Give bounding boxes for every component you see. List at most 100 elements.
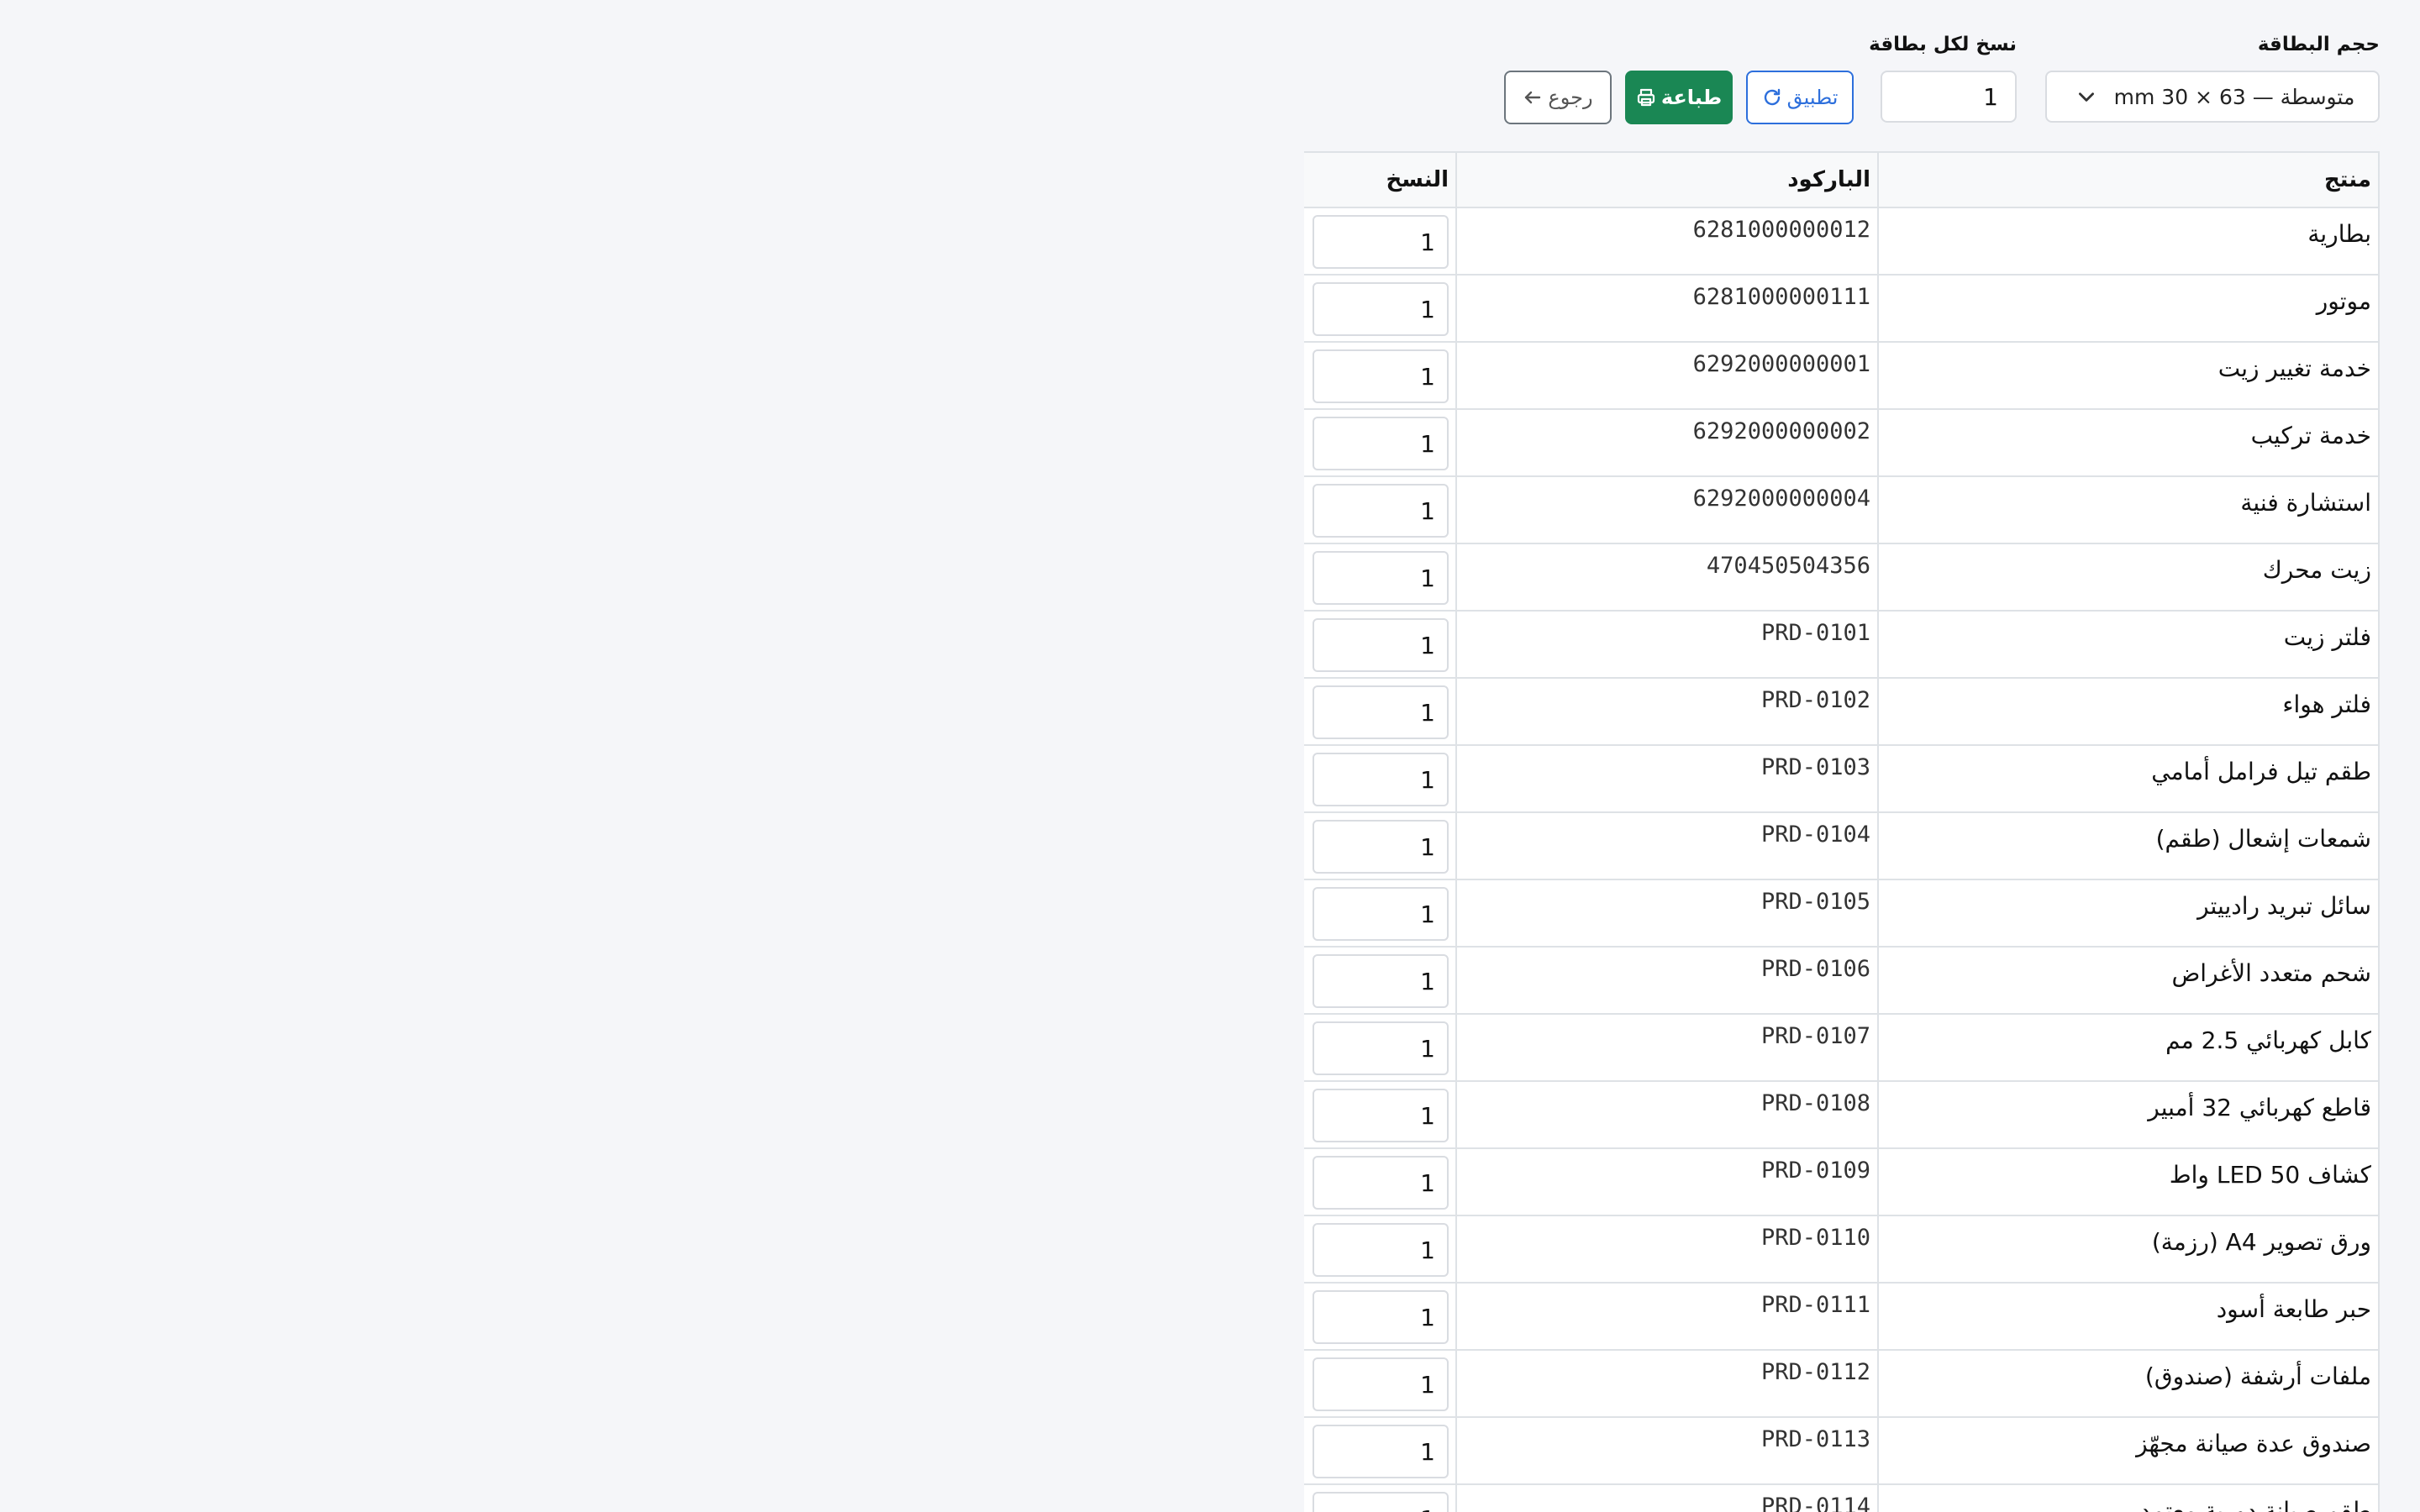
product-name: قاطع كهربائي 32 أمبير [1877,1080,2380,1149]
row-copies-input[interactable] [1313,1021,1449,1075]
product-barcode: PRD-0106 [1455,946,1879,1015]
row-copies-input[interactable] [1313,1223,1449,1277]
row-copies-input[interactable] [1313,954,1449,1008]
product-barcode: PRD-0107 [1455,1013,1879,1082]
product-barcode: 470450504356 [1455,543,1879,612]
product-barcode: PRD-0111 [1455,1282,1879,1351]
copies-per-card-input[interactable] [1881,71,2017,123]
product-column-header: منتج [1877,151,2380,208]
table-row: زيت محرك 470450504356 [1304,543,2380,612]
row-copies-input[interactable] [1313,820,1449,874]
product-name: فلتر زيت [1877,610,2380,679]
product-name: خدمة تغيير زيت [1877,341,2380,410]
product-barcode: PRD-0102 [1455,677,1879,746]
table-row: فلتر هواء PRD-0102 [1304,677,2380,746]
table-row: شمعات إشعال (طقم) PRD-0104 [1304,811,2380,880]
product-name: طقم صيانة دورية معتمد [1877,1483,2380,1512]
product-barcode: PRD-0114 [1455,1483,1879,1512]
product-name: كشاف LED 50 واط [1877,1147,2380,1216]
product-name: خدمة تركيب [1877,408,2380,477]
product-name: شمعات إشعال (طقم) [1877,811,2380,880]
table-row: قاطع كهربائي 32 أمبير PRD-0108 [1304,1080,2380,1149]
product-barcode: 6281000000012 [1455,207,1879,276]
row-copies-input[interactable] [1313,753,1449,806]
copies-per-card-label: نسخ لكل بطاقة [1869,34,2017,55]
product-barcode: PRD-0104 [1455,811,1879,880]
table-row: شحم متعدد الأغراض PRD-0106 [1304,946,2380,1015]
row-copies-input[interactable] [1313,1089,1449,1142]
row-copies-input[interactable] [1313,551,1449,605]
card-size-select[interactable]: متوسطة — 63 × 30 mm [2045,71,2380,123]
apply-button[interactable]: تطبيق [1746,71,1854,124]
row-copies-input[interactable] [1313,282,1449,336]
product-barcode: PRD-0103 [1455,744,1879,813]
product-name: ملفات أرشفة (صندوق) [1877,1349,2380,1418]
row-copies-input[interactable] [1313,1290,1449,1344]
product-barcode: 6292000000002 [1455,408,1879,477]
table-row: ملفات أرشفة (صندوق) PRD-0112 [1304,1349,2380,1418]
table-row: كابل كهربائي 2.5 مم PRD-0107 [1304,1013,2380,1082]
table-row: صندوق عدة صيانة مجهّز PRD-0113 [1304,1416,2380,1485]
refresh-icon [1762,87,1782,108]
row-copies-input[interactable] [1313,484,1449,538]
card-size-label: حجم البطاقة [2257,34,2380,55]
product-barcode: PRD-0110 [1455,1215,1879,1284]
print-button-label: طباعة [1660,86,1723,109]
apply-button-label: تطبيق [1786,86,1839,109]
barcode-column-header: الباركود [1455,151,1879,208]
table-row: طقم تيل فرامل أمامي PRD-0103 [1304,744,2380,813]
table-row: خدمة تغيير زيت 6292000000001 [1304,341,2380,410]
product-barcode: PRD-0105 [1455,879,1879,948]
product-barcode: PRD-0109 [1455,1147,1879,1216]
print-button[interactable]: طباعة [1625,71,1733,124]
copies-column-header: النسخ [1304,151,1457,208]
row-copies-input[interactable] [1313,349,1449,403]
row-copies-input[interactable] [1313,1357,1449,1411]
product-name: طقم تيل فرامل أمامي [1877,744,2380,813]
row-copies-input[interactable] [1313,215,1449,269]
product-name: كابل كهربائي 2.5 مم [1877,1013,2380,1082]
product-barcode: PRD-0108 [1455,1080,1879,1149]
row-copies-input[interactable] [1313,1425,1449,1478]
product-barcode: PRD-0101 [1455,610,1879,679]
products-table: منتج الباركود النسخ بطارية 6281000000012… [1304,151,2380,1512]
row-copies-input[interactable] [1313,417,1449,470]
product-name: فلتر هواء [1877,677,2380,746]
row-copies-input[interactable] [1313,1156,1449,1210]
table-row: حبر طابعة أسود PRD-0111 [1304,1282,2380,1351]
row-copies-input[interactable] [1313,618,1449,672]
product-name: صندوق عدة صيانة مجهّز [1877,1416,2380,1485]
barcode-labels-page: حجم البطاقة نسخ لكل بطاقة متوسطة — 63 × … [1304,0,2380,1512]
product-barcode: 6292000000001 [1455,341,1879,410]
product-name: شحم متعدد الأغراض [1877,946,2380,1015]
back-button[interactable]: رجوع [1504,71,1612,124]
product-barcode: 6281000000111 [1455,274,1879,343]
product-name: ورق تصوير A4 (رزمة) [1877,1215,2380,1284]
table-row: سائل تبريد رادييتر PRD-0105 [1304,879,2380,948]
product-name: استشارة فنية [1877,475,2380,544]
row-copies-input[interactable] [1313,685,1449,739]
product-name: سائل تبريد رادييتر [1877,879,2380,948]
table-row: استشارة فنية 6292000000004 [1304,475,2380,544]
table-row: كشاف LED 50 واط PRD-0109 [1304,1147,2380,1216]
table-header-row: منتج الباركود النسخ [1304,151,2380,208]
table-row: طقم صيانة دورية معتمد PRD-0114 [1304,1483,2380,1512]
product-name: حبر طابعة أسود [1877,1282,2380,1351]
card-size-value: متوسطة — 63 × 30 mm [2113,84,2355,109]
product-barcode: PRD-0113 [1455,1416,1879,1485]
row-copies-input[interactable] [1313,887,1449,941]
product-barcode: 6292000000004 [1455,475,1879,544]
table-row: موتور 6281000000111 [1304,274,2380,343]
product-name: موتور [1877,274,2380,343]
product-name: بطارية [1877,207,2380,276]
table-row: خدمة تركيب 6292000000002 [1304,408,2380,477]
chevron-down-icon [2075,86,2097,108]
table-row: بطارية 6281000000012 [1304,207,2380,276]
product-name: زيت محرك [1877,543,2380,612]
printer-icon [1636,87,1656,108]
row-copies-input[interactable] [1313,1492,1449,1512]
label-toolbar: حجم البطاقة نسخ لكل بطاقة متوسطة — 63 × … [1304,0,2380,151]
arrow-left-icon [1523,87,1543,108]
table-row: ورق تصوير A4 (رزمة) PRD-0110 [1304,1215,2380,1284]
table-row: فلتر زيت PRD-0101 [1304,610,2380,679]
